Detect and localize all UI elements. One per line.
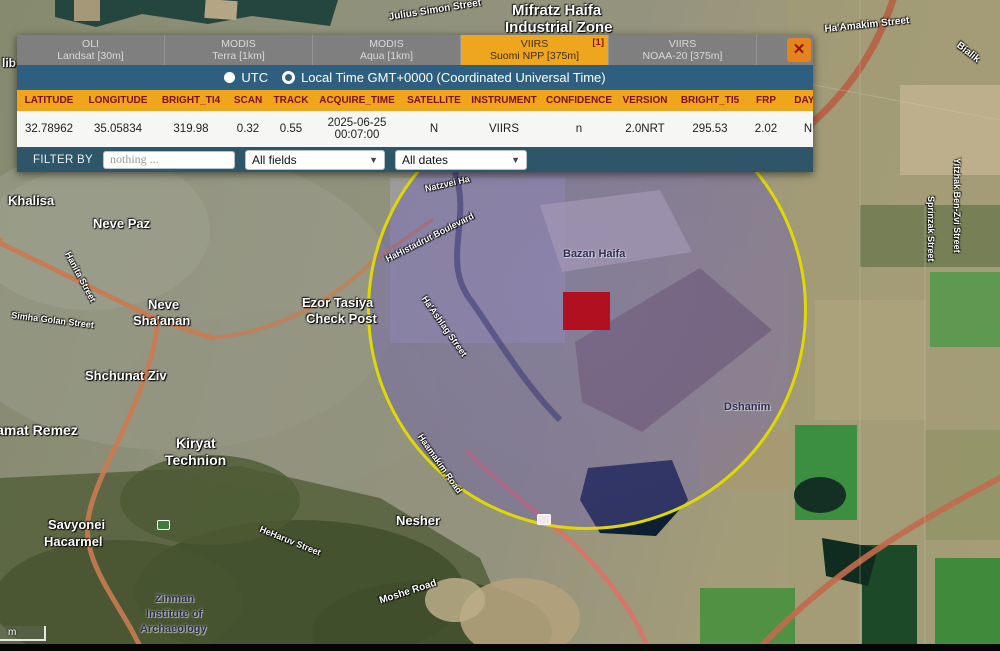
- table-header-row: LATITUDELONGITUDEBRIGHT_TI4SCANTRACKACQU…: [17, 90, 813, 111]
- chevron-down-icon: ▼: [369, 155, 378, 165]
- date-select[interactable]: All dates ▼: [395, 150, 527, 170]
- map-label: Sha'anan: [133, 313, 190, 328]
- utc-radio[interactable]: UTC: [224, 70, 268, 85]
- filter-bar: FILTER BY All fields ▼ All dates ▼: [17, 147, 813, 172]
- column-header-instrument[interactable]: INSTRUMENT: [467, 90, 541, 111]
- map-label: Dshanim: [724, 401, 770, 413]
- map-label: Archaeology: [140, 623, 207, 635]
- map-label: Shchunat Ziv: [85, 368, 167, 383]
- map-label: Sprinzak Street: [926, 196, 936, 262]
- map-label: Bazan Haifa: [563, 248, 625, 260]
- fire-data-panel: OLILandsat [30m]MODISTerra [1km]MODISAqu…: [17, 35, 813, 172]
- column-header-bright_ti5[interactable]: BRIGHT_TI5: [673, 90, 747, 111]
- tab-viirs-4[interactable]: VIIRSNOAA-20 [375m]: [609, 35, 757, 65]
- column-header-latitude[interactable]: LATITUDE: [17, 90, 81, 111]
- field-select[interactable]: All fields ▼: [245, 150, 385, 170]
- cell-track: 0.55: [269, 111, 313, 147]
- cell-instrument: VIIRS: [467, 111, 541, 147]
- cell-version: 2.0NRT: [617, 111, 673, 147]
- column-header-scan[interactable]: SCAN: [227, 90, 269, 111]
- map-label: Yitzhak Ben-Zvi Street: [952, 158, 962, 253]
- column-header-version[interactable]: VERSION: [617, 90, 673, 111]
- map-label: Technion: [165, 452, 226, 468]
- fire-detection-marker[interactable]: [563, 292, 610, 330]
- tab-oli-0[interactable]: OLILandsat [30m]: [17, 35, 165, 65]
- cell-satellite: N: [401, 111, 467, 147]
- map-label: Check Post: [306, 311, 377, 326]
- chevron-down-icon: ▼: [511, 155, 520, 165]
- cell-scan: 0.32: [227, 111, 269, 147]
- local-time-radio-label: Local Time GMT+0000 (Coordinated Univers…: [301, 70, 606, 85]
- map-label: Kiryat: [176, 435, 216, 451]
- filter-by-label: FILTER BY: [33, 154, 93, 166]
- filter-input[interactable]: [103, 151, 235, 169]
- map-label: Neve: [148, 297, 179, 312]
- column-header-confidence[interactable]: CONFIDENCE: [541, 90, 617, 111]
- map-scale-bar: m: [0, 626, 46, 641]
- column-header-satellite[interactable]: SATELLITE: [401, 90, 467, 111]
- tab-line1: OLI: [17, 38, 164, 50]
- tab-viirs-3[interactable]: VIIRSSuomi NPP [375m][1]: [461, 35, 609, 65]
- map-label: Nesher: [396, 513, 440, 528]
- radio-filled-icon: [224, 72, 235, 83]
- column-header-frp[interactable]: FRP: [747, 90, 785, 111]
- tab-modis-2[interactable]: MODISAqua [1km]: [313, 35, 461, 65]
- cell-longitude: 35.05834: [81, 111, 155, 147]
- bottom-letterbox-bar: [0, 644, 1000, 651]
- satellite-tabbar: OLILandsat [30m]MODISTerra [1km]MODISAqu…: [17, 35, 813, 65]
- table-row[interactable]: 32.7896235.05834319.980.320.552025-06-25…: [17, 111, 813, 147]
- tab-line2: Terra [1km]: [165, 50, 312, 62]
- map-label: Khalisa: [8, 193, 54, 208]
- column-header-track[interactable]: TRACK: [269, 90, 313, 111]
- cell-bright_ti5: 295.53: [673, 111, 747, 147]
- map-label: Mifratz Haifa: [512, 2, 601, 19]
- column-header-bright_ti4[interactable]: BRIGHT_TI4: [155, 90, 227, 111]
- map-label: Savyonei: [48, 517, 105, 532]
- tab-modis-1[interactable]: MODISTerra [1km]: [165, 35, 313, 65]
- column-header-longitude[interactable]: LONGITUDE: [81, 90, 155, 111]
- field-select-value: All fields: [252, 153, 297, 167]
- tab-line2: NOAA-20 [375m]: [609, 50, 756, 62]
- cell-frp: 2.02: [747, 111, 785, 147]
- tab-line1: MODIS: [165, 38, 312, 50]
- utc-radio-label: UTC: [241, 70, 268, 85]
- date-select-value: All dates: [402, 153, 448, 167]
- road-shield-icon: [537, 514, 551, 525]
- column-header-acquire_time[interactable]: ACQUIRE_TIME: [313, 90, 401, 111]
- column-header-dayn[interactable]: DAYN: [785, 90, 813, 111]
- tabbar-spacer: [757, 35, 787, 65]
- cell-bright_ti4: 319.98: [155, 111, 227, 147]
- tab-line1: VIIRS: [609, 38, 756, 50]
- tab-line1: VIIRS: [461, 38, 608, 50]
- tab-line2: Aqua [1km]: [313, 50, 460, 62]
- road-shield-icon: [157, 520, 170, 530]
- tab-line1: MODIS: [313, 38, 460, 50]
- tab-count-badge: [1]: [592, 37, 604, 49]
- map-label: Industrial Zone: [505, 19, 613, 36]
- local-time-radio[interactable]: Local Time GMT+0000 (Coordinated Univers…: [282, 70, 606, 85]
- map-label: lib: [2, 56, 16, 70]
- close-icon[interactable]: ✕: [787, 38, 811, 62]
- cell-confidence: n: [541, 111, 617, 147]
- cell-latitude: 32.78962: [17, 111, 81, 147]
- map-viewport[interactable]: Julius Simon StreetMifratz HaifaIndustri…: [0, 0, 1000, 651]
- map-label: Neve Paz: [93, 216, 150, 231]
- time-toggle-bar: UTC Local Time GMT+0000 (Coordinated Uni…: [17, 65, 813, 90]
- cell-acquire_time: 2025-06-25 00:07:00: [313, 111, 401, 147]
- tab-line2: Suomi NPP [375m]: [461, 50, 608, 62]
- cell-dayn: N: [785, 111, 813, 147]
- map-label: Hacarmel: [44, 534, 103, 549]
- map-label: Ramat Remez: [0, 422, 78, 438]
- map-label: Zinman: [155, 593, 194, 605]
- tab-line2: Landsat [30m]: [17, 50, 164, 62]
- map-label: Ezor Tasiya: [302, 295, 373, 310]
- radio-ring-icon: [282, 71, 295, 84]
- map-label: Institute of: [146, 608, 202, 620]
